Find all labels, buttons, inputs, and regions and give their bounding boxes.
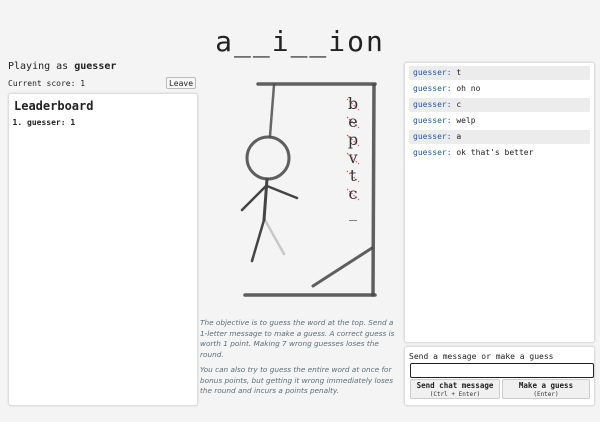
hangman-head [245,135,291,181]
send-chat-button[interactable]: Send chat message (Ctrl + Enter) [410,379,500,399]
chat-message-user: guesser [413,132,447,141]
leaderboard-entry-score: 1 [70,118,76,127]
make-guess-button[interactable]: Make a guess (Enter) [502,379,590,399]
chat-message-user: guesser [413,84,447,93]
composer-panel: Send a message or make a guess Send chat… [404,346,595,406]
chat-message: guesser: c [409,98,590,112]
make-guess-label: Make a guess [518,381,574,390]
current-score: Current score: 1 [8,79,85,88]
composer-label: Send a message or make a guess [409,352,554,361]
leaderboard-entry-name: guesser [27,118,61,127]
gallows-brace [311,246,374,288]
hangman-drawing: bepvtc_ [240,82,377,297]
chat-message-text: welp [456,116,476,125]
chat-message-user: guesser [413,68,447,77]
chat-message-text: oh no [456,84,481,93]
wrong-letter: _ [349,202,357,221]
chat-panel: guesser: t guesser: oh no guesser: c guesse… [404,62,595,343]
hangman-right-arm [265,184,299,200]
chat-message: guesser: t [409,66,590,80]
player-status: Playing as guesser [8,61,116,72]
hangman-right-leg [263,218,286,256]
player-name: guesser [74,61,117,72]
hangman-left-leg [250,218,266,263]
message-input[interactable] [410,363,594,378]
wrong-letter: e [348,112,357,131]
hangman-left-arm [240,184,268,212]
instructions-p2: You can also try to guess the entire wor… [200,365,394,395]
instructions-p1: The objective is to guess the word at th… [200,318,395,359]
chat-message-text: a [456,132,462,141]
leave-button[interactable]: Leave [166,77,196,89]
send-chat-label: Send chat message [416,381,494,390]
leaderboard-entry: guesser: 1 [27,118,197,127]
make-guess-shortcut: (Enter) [533,391,559,398]
masked-word: a__i__ion [215,25,385,58]
chat-message: guesser: ok that's better [413,148,534,157]
gallows-post [371,83,376,297]
chat-message: guesser: a [409,130,590,144]
player-prefix: Playing as [8,61,69,72]
score-value: 1 [80,79,86,88]
score-label: Current score: [8,79,76,88]
rope [268,83,276,138]
wrong-letter: t [350,166,357,185]
wrong-letter: c [349,184,358,203]
send-chat-shortcut: (Ctrl + Enter) [429,391,481,398]
chat-message-text: c [456,100,462,109]
wrong-letter: p [348,130,358,149]
wrong-letter: b [348,94,358,113]
instructions: The objective is to guess the word at th… [200,318,400,402]
chat-message: guesser: oh no [413,84,481,93]
wrong-letters: bepvtc_ [346,94,360,221]
chat-message-user: guesser [413,100,447,109]
chat-message-text: ok that's better [456,148,534,157]
leaderboard-panel: Leaderboard guesser: 1 [8,93,198,406]
chat-message: guesser: welp [413,116,476,125]
leaderboard-title: Leaderboard [14,99,94,113]
chat-message-text: t [456,68,462,77]
chat-message-user: guesser [413,148,447,157]
chat-message-user: guesser [413,116,447,125]
